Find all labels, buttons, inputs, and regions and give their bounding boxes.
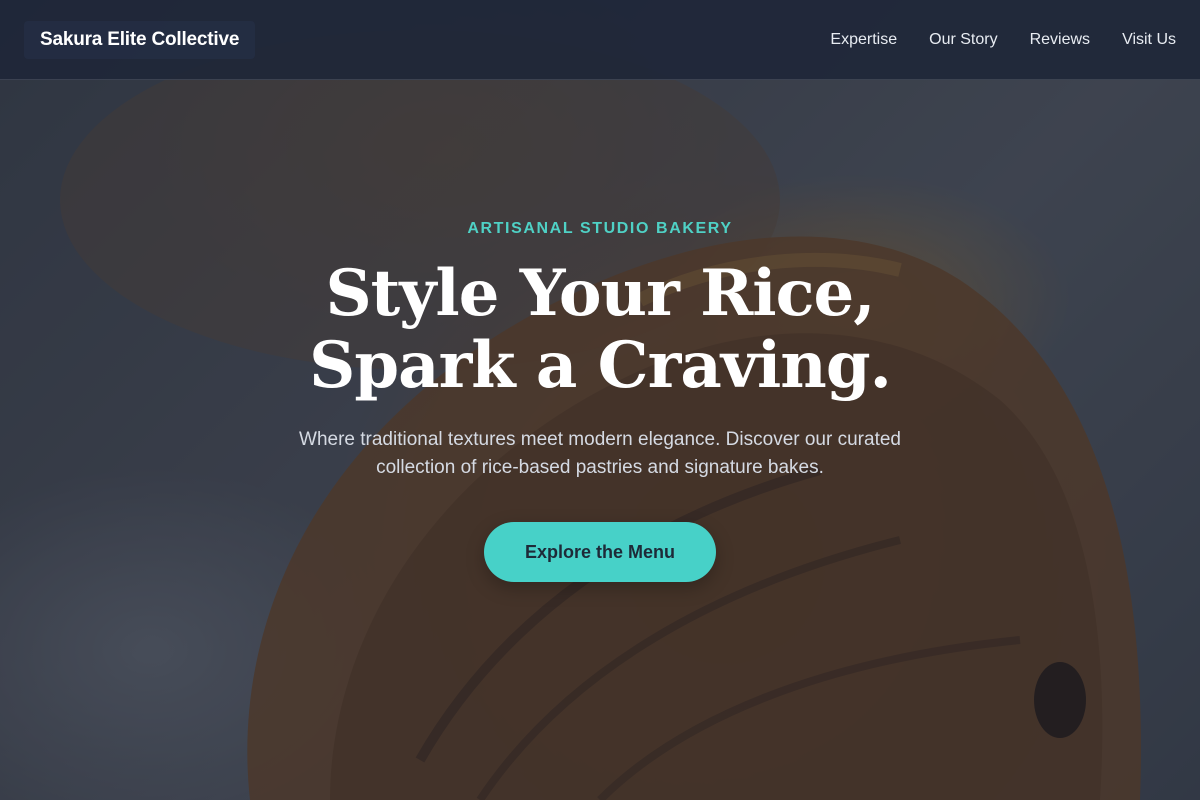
hero-subtext: Where traditional textures meet modern e…	[299, 429, 901, 478]
brand-logo[interactable]: Sakura Elite Collective	[24, 20, 256, 59]
hero-headline-line1: Style Your Rice,	[325, 256, 875, 331]
hero-section: ARTISANAL STUDIO BAKERY Style Your Rice,…	[0, 80, 1200, 800]
nav-link-our-story[interactable]: Our Story	[929, 31, 997, 49]
nav-link-reviews[interactable]: Reviews	[1030, 31, 1090, 49]
site-header: Sakura Elite Collective Expertise Our St…	[0, 0, 1200, 80]
hero-headline: Style Your Rice, Spark a Craving.	[0, 258, 1200, 402]
nav-link-expertise[interactable]: Expertise	[830, 31, 897, 49]
explore-menu-button[interactable]: Explore the Menu	[484, 522, 716, 582]
nav-link-visit-us[interactable]: Visit Us	[1122, 31, 1176, 49]
hero-eyebrow: ARTISANAL STUDIO BAKERY	[467, 220, 733, 237]
hero-headline-line2: Spark a Craving.	[309, 328, 892, 403]
page: Sakura Elite Collective Expertise Our St…	[0, 0, 1200, 800]
main-nav: Expertise Our Story Reviews Visit Us	[830, 31, 1176, 49]
